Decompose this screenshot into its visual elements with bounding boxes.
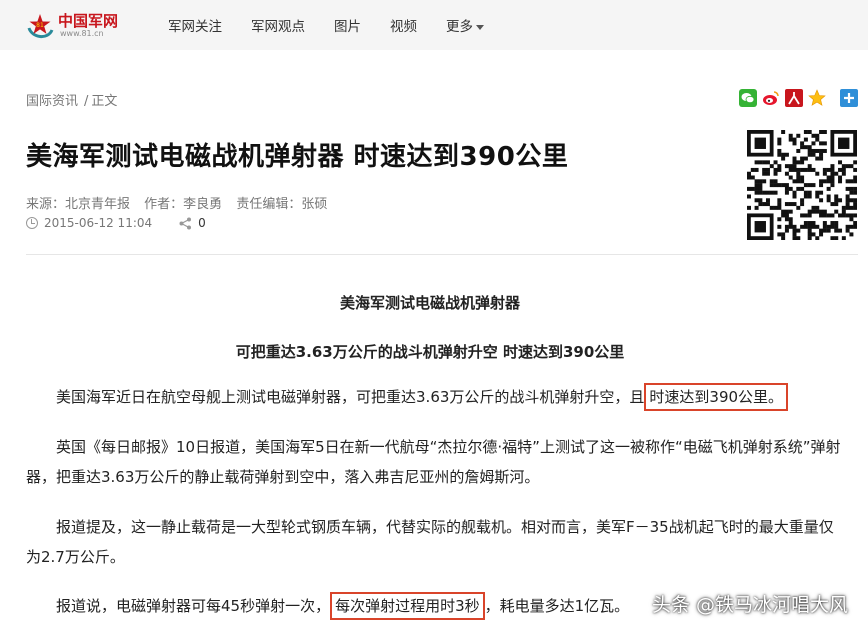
paragraph-1-text: 美国海军近日在航空母舰上测试电磁弹射器，可把重达3.63万公斤的战斗机弹射升空，… — [56, 388, 645, 406]
share-icon — [179, 217, 192, 229]
article-paragraph-3: 报道提及，这一静止载荷是一大型轮式钢质车辆，代替实际的舰载机。相对而言，美军F－… — [26, 512, 846, 572]
paragraph-2-text: 英国《每日邮报》10日报道，美国海军5日在新一代航母“杰拉尔德·福特”上测试了这… — [26, 438, 841, 486]
article-subtitle-1: 美海军测试电磁战机弹射器 — [339, 294, 520, 312]
highlighted-speed: 时速达到390公里。 — [644, 383, 789, 411]
nav-item-video[interactable]: 视频 — [390, 15, 417, 35]
paragraph-4-text-after: ，耗电量多达1亿瓦。 — [484, 597, 630, 615]
paragraph-3-text: 报道提及，这一静止载荷是一大型轮式钢质车辆，代替实际的舰载机。相对而言，美军F－… — [26, 518, 834, 566]
nav-item-focus[interactable]: 军网关注 — [168, 15, 222, 35]
article-datetime: 2015-06-12 11:04 — [44, 216, 153, 230]
share-count-value: 0 — [198, 216, 206, 230]
wechat-icon[interactable] — [739, 89, 757, 107]
breadcrumb-section-link[interactable]: 国际资讯 — [26, 94, 78, 109]
nav-item-more[interactable]: 更多 — [446, 15, 484, 35]
top-navigation-bar: 81 中国军网 www.81.cn 军网关注 军网观点 图片 视频 更多 — [0, 0, 868, 50]
paragraph-4-text-before: 报道说，电磁弹射器可每45秒弹射一次， — [56, 597, 331, 615]
renren-icon[interactable] — [785, 89, 803, 107]
nav-item-opinion[interactable]: 军网观点 — [251, 15, 305, 35]
more-share-icon[interactable] — [840, 89, 858, 107]
highlighted-duration: 每次弹射过程用时3秒 — [330, 592, 485, 620]
qzone-icon[interactable] — [808, 89, 826, 107]
article-author: 作者：李良勇 — [144, 197, 223, 212]
article-meta-time: 2015-06-12 11:04 0 — [26, 216, 206, 230]
nav-item-pictures[interactable]: 图片 — [334, 15, 361, 35]
article-source: 来源：北京青年报 — [26, 197, 131, 212]
chevron-down-icon — [476, 24, 484, 30]
divider — [26, 254, 858, 255]
army-star-logo-icon: 81 — [27, 14, 54, 38]
article-paragraph-2: 英国《每日邮报》10日报道，美国海军5日在新一代航母“杰拉尔德·福特”上测试了这… — [26, 432, 846, 492]
logo-url: www.81.cn — [60, 29, 104, 38]
breadcrumb-current: 正文 — [91, 94, 118, 109]
svg-text:81: 81 — [36, 22, 44, 29]
share-count[interactable]: 0 — [179, 216, 206, 230]
site-logo[interactable]: 81 中国军网 www.81.cn — [22, 8, 132, 42]
article-meta: 来源：北京青年报 作者：李良勇 责任编辑：张硕 — [26, 193, 327, 212]
weibo-icon[interactable] — [762, 89, 780, 107]
share-toolbar — [734, 89, 858, 107]
article-title: 美海军测试电磁战机弹射器 时速达到390公里 — [26, 142, 569, 172]
breadcrumb: 国际资讯 / 正文 — [26, 90, 117, 109]
breadcrumb-separator: / — [84, 94, 89, 109]
nav-more-label: 更多 — [446, 19, 473, 35]
logo-name: 中国军网 — [58, 12, 119, 30]
clock-icon — [26, 217, 38, 229]
qr-code-icon — [747, 130, 857, 240]
watermark: 头条 @铁马冰河唱大风 — [651, 594, 848, 616]
article-paragraph-1: 美国海军近日在航空母舰上测试电磁弹射器，可把重达3.63万公斤的战斗机弹射升空，… — [26, 382, 846, 412]
article-subtitle-2: 可把重达3.63万公斤的战斗机弹射升空 时速达到390公里 — [235, 343, 625, 361]
main-nav: 军网关注 军网观点 图片 视频 更多 — [168, 0, 513, 50]
article-editor: 责任编辑：张硕 — [236, 197, 328, 212]
